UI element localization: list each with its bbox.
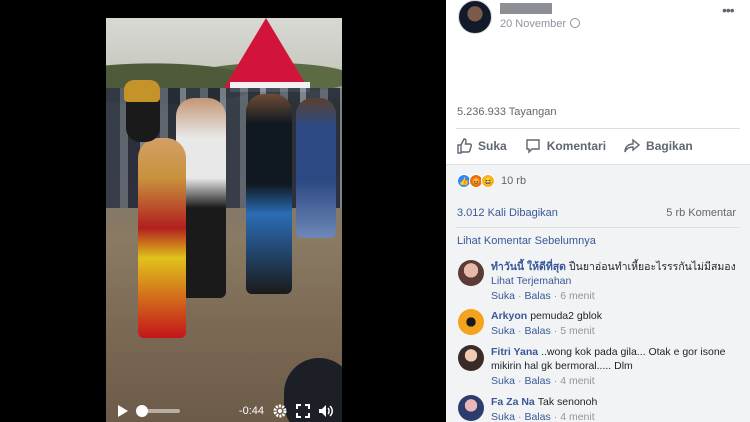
- share-arrow-icon: [624, 138, 641, 153]
- more-options-icon[interactable]: •••: [722, 2, 735, 18]
- reaction-count[interactable]: 10 rb: [501, 175, 526, 187]
- share-count[interactable]: 3.012 Kali Dibagikan: [457, 207, 558, 219]
- view-count: 5.236.933 Tayangan: [457, 106, 557, 118]
- scrubber-knob-icon[interactable]: [136, 405, 149, 417]
- comment-time[interactable]: 4 menit: [560, 411, 594, 422]
- comment-bubble-icon: [525, 139, 540, 154]
- commenter-avatar[interactable]: [458, 345, 484, 371]
- comment-like-link[interactable]: Suka: [491, 411, 515, 422]
- view-previous-comments-link[interactable]: Lihat Komentar Sebelumnya: [457, 235, 596, 247]
- comment-time[interactable]: 6 menit: [560, 290, 594, 302]
- time-remaining: -0:44: [238, 405, 264, 417]
- divider: [456, 227, 740, 228]
- comment-time[interactable]: 5 menit: [560, 325, 594, 337]
- divider: [456, 128, 740, 129]
- video-dancer-crown: [124, 80, 160, 102]
- commenter-avatar[interactable]: [458, 260, 484, 286]
- commenter-name[interactable]: ทำวันนี้ ให้ดีที่สุด: [491, 261, 566, 273]
- see-translation-link[interactable]: Lihat Terjemahan: [491, 274, 741, 288]
- comment-label: Komentari: [546, 139, 607, 153]
- settings-gear-icon[interactable]: [272, 403, 288, 419]
- globe-icon: [570, 18, 580, 28]
- commenter-avatar[interactable]: [458, 309, 484, 335]
- share-button[interactable]: Bagikan: [624, 138, 693, 154]
- video-stage[interactable]: -0:44: [0, 0, 446, 422]
- author-avatar[interactable]: [458, 0, 492, 34]
- video-frame[interactable]: [106, 18, 342, 422]
- post-header: 20 November •••: [446, 0, 750, 40]
- commenter-name[interactable]: Fa Za Na: [491, 396, 535, 408]
- like-button[interactable]: Suka: [456, 138, 507, 154]
- thumbs-up-icon: [457, 138, 472, 154]
- comment-like-link[interactable]: Suka: [491, 375, 515, 387]
- video-person: [296, 98, 336, 238]
- comment-time[interactable]: 4 menit: [560, 375, 594, 387]
- comment-like-link[interactable]: Suka: [491, 290, 515, 302]
- commenter-name[interactable]: Arkyon: [491, 310, 527, 322]
- comment-count[interactable]: 5 rb Komentar: [666, 207, 736, 219]
- comment-text: Tak senonoh: [537, 396, 598, 408]
- video-person: [246, 94, 292, 294]
- play-icon[interactable]: [118, 405, 128, 417]
- haha-reaction-icon: 😆: [481, 174, 495, 188]
- like-label: Suka: [478, 139, 507, 153]
- comment-like-link[interactable]: Suka: [491, 325, 515, 337]
- post-panel: 20 November ••• 5.236.933 Tayangan Suka …: [446, 0, 750, 422]
- comment-reply-link[interactable]: Balas: [524, 290, 550, 302]
- comment-reply-link[interactable]: Balas: [524, 411, 550, 422]
- post-actions: Suka Komentari Bagikan: [456, 132, 740, 160]
- video-scrubber[interactable]: [136, 405, 180, 417]
- comment-text: ปืนยาอ่อนทำเหี้ยอะไรรรกันไม่มีสมอง: [569, 261, 736, 273]
- author-name-redacted[interactable]: [500, 3, 552, 14]
- share-label: Bagikan: [646, 139, 693, 153]
- commenter-name[interactable]: Fitri Yana: [491, 346, 538, 358]
- video-tent: [224, 18, 308, 88]
- comment-text: pemuda2 gblok: [530, 310, 602, 322]
- video-dancer: [138, 138, 186, 338]
- commenter-avatar[interactable]: [458, 395, 484, 421]
- reactions-summary[interactable]: 👍 😡 😆 10 rb: [457, 174, 526, 188]
- engagement-section: 👍 😡 😆 10 rb 3.012 Kali Dibagikan 5 rb Ko…: [446, 165, 750, 422]
- video-controls: -0:44: [106, 400, 342, 422]
- volume-icon[interactable]: [318, 404, 334, 418]
- fullscreen-icon[interactable]: [296, 404, 310, 418]
- comment-reply-link[interactable]: Balas: [524, 325, 550, 337]
- comment-button[interactable]: Komentari: [525, 138, 606, 154]
- post-date[interactable]: 20 November: [500, 18, 566, 30]
- comment-reply-link[interactable]: Balas: [524, 375, 550, 387]
